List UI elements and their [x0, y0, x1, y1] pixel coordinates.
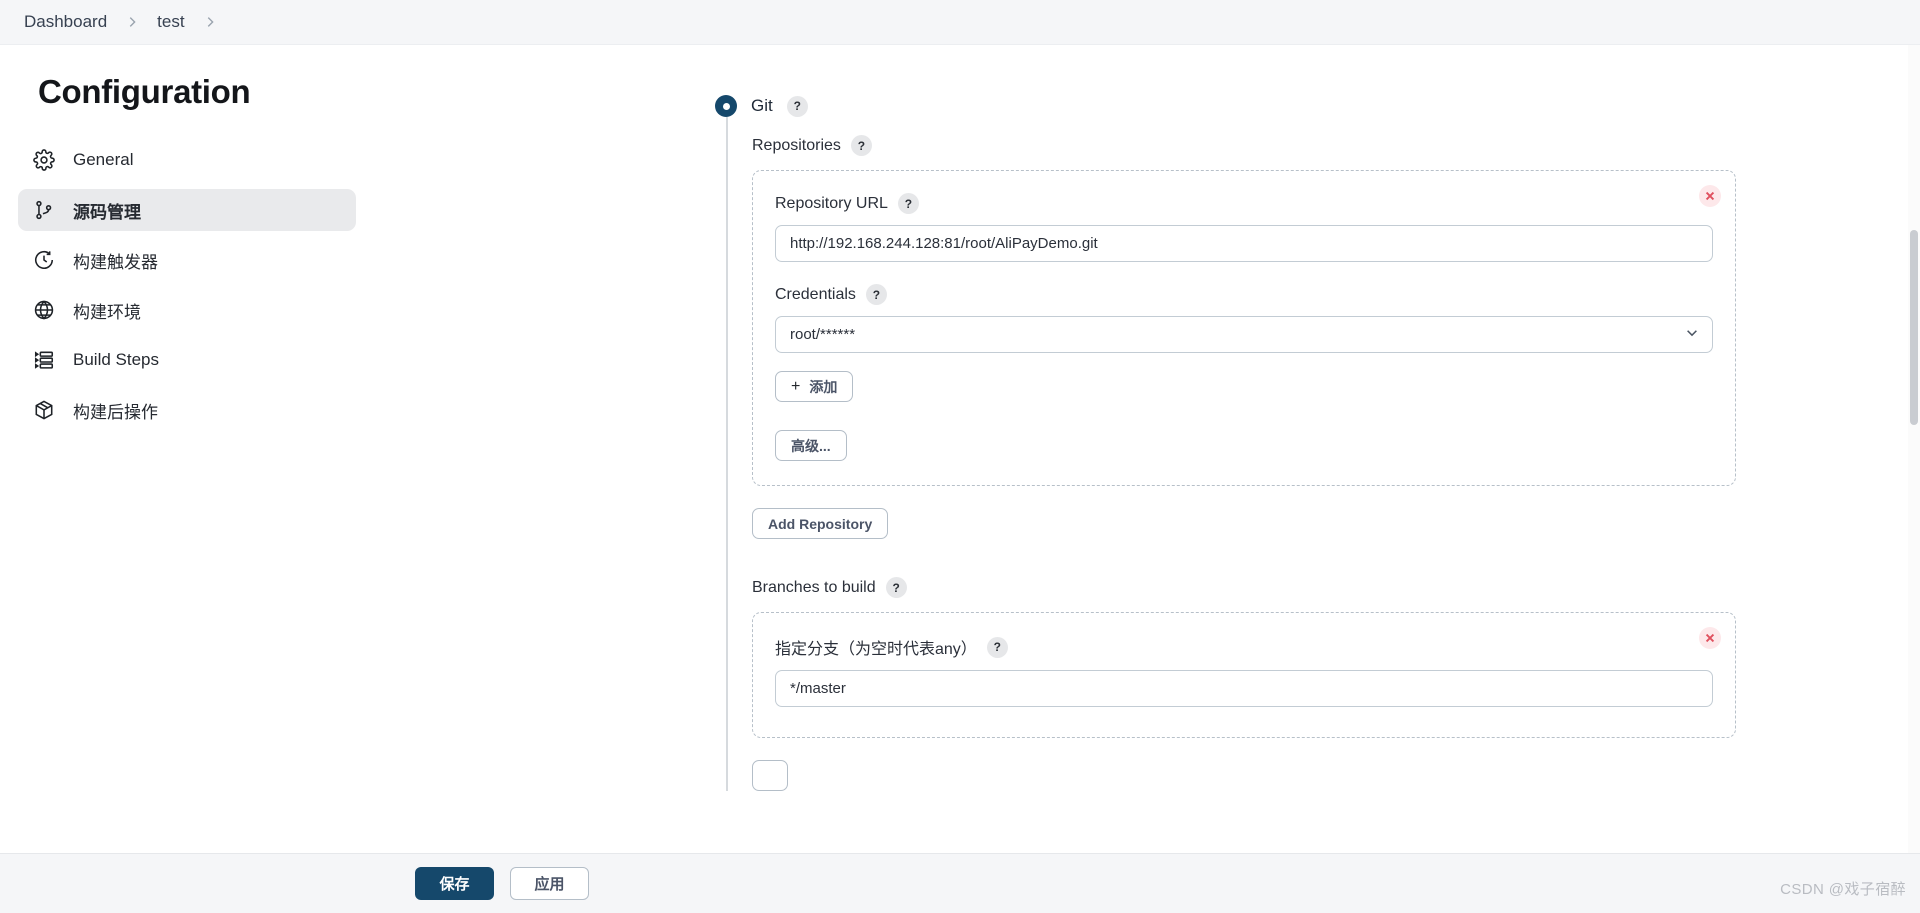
add-repository-button[interactable]: Add Repository	[752, 508, 889, 539]
help-icon-branch-specifier[interactable]: ?	[986, 636, 1008, 658]
chevron-right-icon-2[interactable]	[195, 15, 225, 29]
scm-option-label: Git	[751, 96, 773, 115]
credentials-label-row: Credentials ?	[775, 284, 1713, 305]
main-content: Git ? Repositories ? Repository URL ? ht…	[380, 45, 1920, 913]
sidebar-nav: General 源码管理 构建触发器 构建环境 Build Steps 构建后操…	[0, 139, 380, 431]
package-icon	[32, 398, 56, 422]
apply-button[interactable]: 应用	[510, 867, 589, 900]
help-icon-repository-url[interactable]: ?	[897, 193, 919, 214]
scrollbar-track[interactable]	[1908, 45, 1920, 869]
sidebar-item-build-triggers[interactable]: 构建触发器	[18, 239, 356, 281]
repositories-label: Repositories	[752, 136, 841, 154]
chevron-right-icon	[117, 15, 147, 29]
branch-specifier-input[interactable]	[775, 670, 1713, 707]
help-icon-repositories[interactable]: ?	[850, 135, 872, 156]
breadcrumb-item-dashboard[interactable]: Dashboard	[18, 10, 113, 34]
add-credentials-button[interactable]: + 添加	[775, 371, 854, 402]
branch-panel: 指定分支（为空时代表any） ?	[752, 612, 1736, 738]
sidebar: Configuration General 源码管理 构建触发器 构建环境 Bu…	[0, 45, 380, 913]
sidebar-item-build-environment[interactable]: 构建环境	[18, 289, 356, 331]
branch-specifier-label: 指定分支（为空时代表any）	[775, 641, 977, 658]
add-branch-row	[752, 760, 1736, 791]
sidebar-item-label: 源码管理	[73, 202, 141, 222]
remove-branch-button[interactable]	[1699, 627, 1721, 649]
repository-url-field: Repository URL ?	[775, 193, 1713, 262]
repository-url-input[interactable]	[775, 225, 1713, 262]
branches-label-row: Branches to build ?	[752, 577, 1736, 598]
repositories-label-row: Repositories ?	[752, 135, 1736, 156]
help-icon-credentials[interactable]: ?	[865, 284, 887, 305]
advanced-label: 高级...	[791, 437, 831, 454]
sidebar-item-label: 构建后操作	[73, 402, 158, 422]
advanced-row: 高级...	[775, 430, 1713, 461]
breadcrumb: Dashboard test	[0, 0, 1920, 45]
scm-section: Git ? Repositories ? Repository URL ? ht…	[380, 95, 1920, 791]
branch-specifier-field: 指定分支（为空时代表any） ?	[775, 635, 1713, 707]
form-footer: 保存 应用 CSDN @戏子宿醉	[0, 853, 1920, 913]
add-credentials-label: 添加	[809, 378, 838, 395]
globe-icon	[32, 298, 56, 322]
radio-git[interactable]	[715, 95, 737, 117]
gear-icon	[32, 148, 56, 172]
save-button[interactable]: 保存	[415, 867, 494, 900]
repository-url-label-row: Repository URL ?	[775, 193, 1713, 214]
add-branch-button[interactable]	[752, 760, 788, 791]
sidebar-item-label: 构建触发器	[73, 252, 158, 272]
credentials-field: Credentials ?	[775, 284, 1713, 353]
help-icon-git[interactable]: ?	[786, 95, 808, 117]
sidebar-item-scm[interactable]: 源码管理	[18, 189, 356, 231]
remove-repository-button[interactable]	[1699, 185, 1721, 207]
credentials-select-wrap	[775, 316, 1713, 353]
watermark: CSDN @戏子宿醉	[1780, 881, 1906, 898]
advanced-button[interactable]: 高级...	[775, 430, 847, 461]
list-steps-icon	[32, 348, 56, 372]
body-area: Configuration General 源码管理 构建触发器 构建环境 Bu…	[0, 45, 1920, 913]
branches-label: Branches to build	[752, 578, 876, 596]
credentials-select[interactable]	[775, 316, 1713, 353]
credentials-label: Credentials	[775, 285, 856, 303]
add-credentials-row: + 添加	[775, 371, 1713, 402]
help-icon-branches[interactable]: ?	[885, 577, 907, 598]
branch-specifier-label-row: 指定分支（为空时代表any） ?	[775, 635, 1713, 659]
page-title: Configuration	[38, 73, 251, 110]
plus-icon: +	[791, 377, 801, 395]
add-branch-label	[768, 768, 772, 784]
git-branch-icon	[32, 198, 56, 222]
sidebar-item-label: General	[73, 150, 134, 169]
add-repository-row: Add Repository	[752, 508, 1736, 539]
breadcrumb-item-test[interactable]: test	[151, 10, 190, 34]
sidebar-item-label: 构建环境	[73, 302, 141, 322]
sidebar-item-label: Build Steps	[73, 350, 159, 369]
add-repository-label: Add Repository	[768, 515, 873, 532]
sidebar-item-post-build-actions[interactable]: 构建后操作	[18, 389, 356, 431]
sidebar-item-build-steps[interactable]: Build Steps	[18, 339, 356, 381]
repository-panel: Repository URL ? Credentials ?	[752, 170, 1736, 486]
clock-icon	[32, 248, 56, 272]
app-root: Dashboard test Configuration General 源码管…	[0, 0, 1920, 913]
git-settings-group: Repositories ? Repository URL ? http://1…	[726, 117, 1736, 791]
sidebar-item-general[interactable]: General	[18, 139, 356, 181]
scrollbar-thumb[interactable]	[1910, 230, 1918, 425]
scm-option-git[interactable]: Git ?	[715, 95, 1920, 117]
repository-url-label: Repository URL	[775, 194, 888, 212]
